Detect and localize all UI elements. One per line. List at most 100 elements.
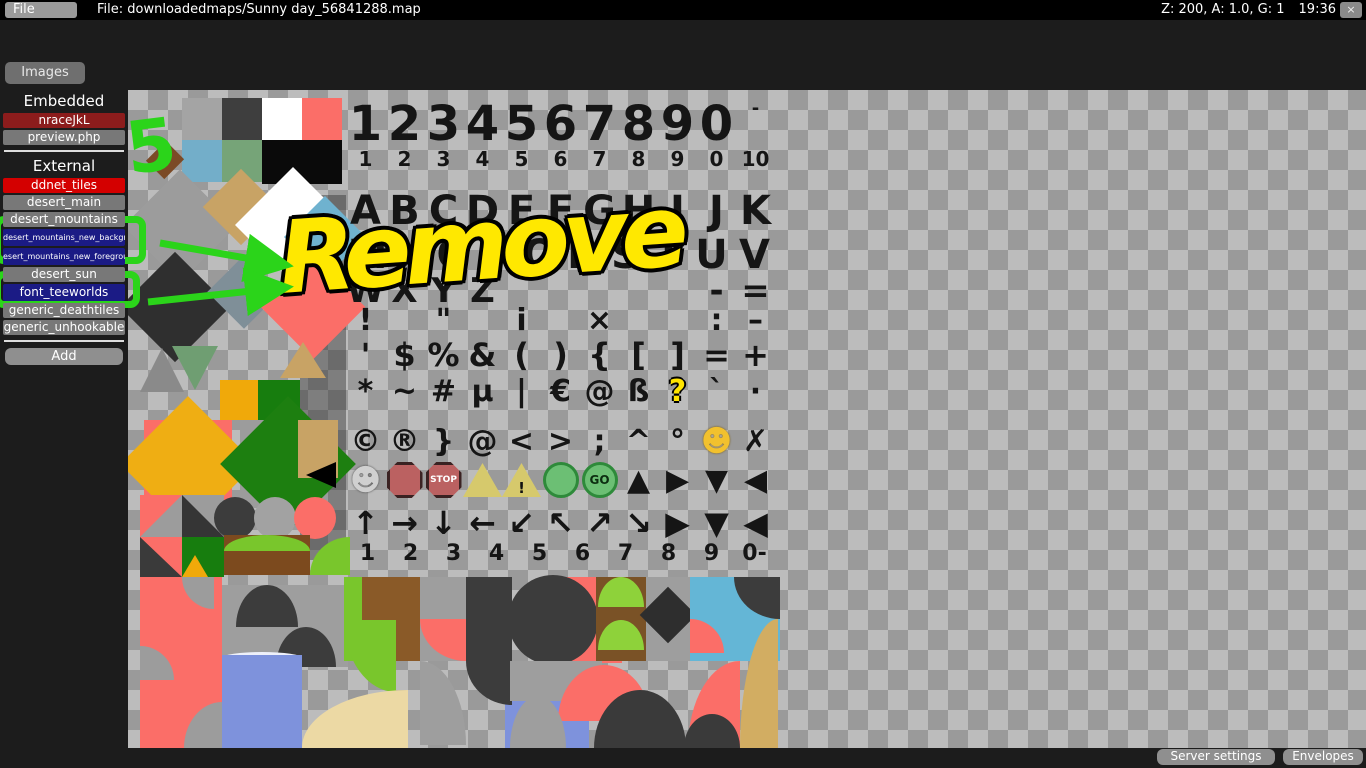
image-item-ddnet_tiles[interactable]: ddnet_tiles [3,178,125,193]
font-glyph: ? [658,374,697,408]
map-tile [420,661,466,745]
font-glyph: ▼ [697,458,736,502]
font-glyph: ↑ [346,504,385,542]
font-glyph: 9 [658,98,697,150]
font-glyph: 0- [733,540,776,566]
font-glyph: 4 [463,147,502,171]
add-image-button[interactable]: Add [5,348,123,365]
font-glyph: µ [463,374,502,408]
image-item-desert_sun[interactable]: desert_sun [3,267,125,282]
font-glyph: J [697,188,736,234]
font-glyph: 9 [690,540,733,566]
section-header-embedded: Embedded [2,92,126,110]
font-glyph: 1 [346,98,385,150]
map-tile [222,655,302,748]
envelopes-button[interactable]: Envelopes [1283,749,1363,765]
font-glyph: © [346,422,385,460]
font-glyph: ® [385,422,424,460]
font-glyph: ^ [619,422,658,460]
font-row-10: ↑→↓←↙↖↗↘▶▼◀ [346,504,775,542]
tee-icon: ☻ [350,463,381,498]
font-glyph: GO [580,458,619,502]
warning-icon: ! [502,463,541,497]
image-item-desert_main[interactable]: desert_main [3,195,125,210]
font-glyph [541,458,580,502]
font-glyph: < [502,422,541,460]
font-glyph [385,458,424,502]
font-glyph: 1 [346,147,385,171]
font-glyph: i [502,302,541,338]
map-tile [294,497,336,539]
font-glyph: [ [619,336,658,374]
font-row-6: '$%&(){[]=+ [346,336,775,374]
font-glyph [658,302,697,338]
font-glyph: ) [541,336,580,374]
image-item-esert_mountains_new_foreground[interactable]: esert_mountains_new_foreground [3,248,125,265]
map-tile [222,98,262,140]
font-glyph: 4 [475,540,518,566]
font-glyph: # [424,374,463,408]
font-glyph: ↓ [424,504,463,542]
font-glyph: 7 [604,540,647,566]
stop-sign-icon: STOP [426,462,462,498]
bottom-bar: Server settings Envelopes [0,748,1366,768]
image-item-nraceJkL[interactable]: nraceJkL [3,113,125,128]
font-glyph: $ [385,336,424,374]
font-glyph: & [463,336,502,374]
image-item-preview.php[interactable]: preview.php [3,130,125,145]
file-menu-button[interactable]: File [5,2,77,18]
font-glyph: " [424,302,463,338]
font-glyph: + [736,336,775,374]
font-glyph: ↘ [619,504,658,542]
map-tile [508,575,598,665]
map-tile [220,380,258,420]
triangle-icon [463,463,502,497]
font-glyph: | [502,374,541,408]
font-glyph: 6 [541,147,580,171]
close-button[interactable]: × [1340,2,1362,18]
map-tile [344,620,396,692]
font-glyph: ↖ [541,504,580,542]
zoom-alpha-grid-label: Z: 200, A: 1.0, G: 1 [1161,1,1284,19]
top-menu-bar: File File: downloadedmaps/Sunny day_5684… [0,0,1366,20]
font-glyph: € [541,374,580,408]
font-row-1: 123456789010 [346,147,775,171]
image-item-generic_unhookable[interactable]: generic_unhookable [3,320,125,335]
map-tile [262,98,302,140]
map-tile [302,690,408,748]
font-glyph: ° [658,422,697,460]
server-settings-button[interactable]: Server settings [1157,749,1275,765]
font-glyph [463,458,502,502]
map-canvas[interactable]: 1234567890-123456789010ABCDEFGHIJKMNOPQR… [128,90,1366,748]
go-sign-icon: GO [582,462,618,498]
font-glyph: % [424,336,463,374]
tab-images[interactable]: Images [5,62,85,84]
font-row-0: 1234567890- [346,98,775,150]
tee-icon-yellow: ☻ [701,424,732,459]
separator [4,340,124,342]
font-glyph: { [580,336,619,374]
font-glyph: 6 [541,98,580,150]
font-glyph [541,302,580,338]
font-glyph: ß [619,374,658,408]
image-item-font_teeworlds[interactable]: font_teeworlds [3,284,125,301]
font-glyph [619,302,658,338]
font-glyph: ← [463,504,502,542]
font-glyph: > [541,422,580,460]
map-tile [182,140,222,182]
font-row-7: *~#µ|€@ß?`· [346,374,775,408]
font-glyph: @ [580,374,619,408]
image-item-desert_mountains_new_background[interactable]: desert_mountains_new_background [3,229,125,246]
map-tile [182,98,222,140]
octagon-icon [387,462,423,498]
font-glyph: ◀ [736,504,775,542]
font-glyph: ; [580,422,619,460]
image-item-desert_mountains[interactable]: desert_mountains [3,212,125,227]
font-glyph: STOP [424,458,463,502]
font-glyph: 2 [389,540,432,566]
font-glyph: 10 [736,147,775,171]
font-glyph: 2 [385,147,424,171]
map-tile [128,252,230,362]
image-item-generic_deathtiles[interactable]: generic_deathtiles [3,303,125,318]
font-glyph: ▼ [697,504,736,542]
